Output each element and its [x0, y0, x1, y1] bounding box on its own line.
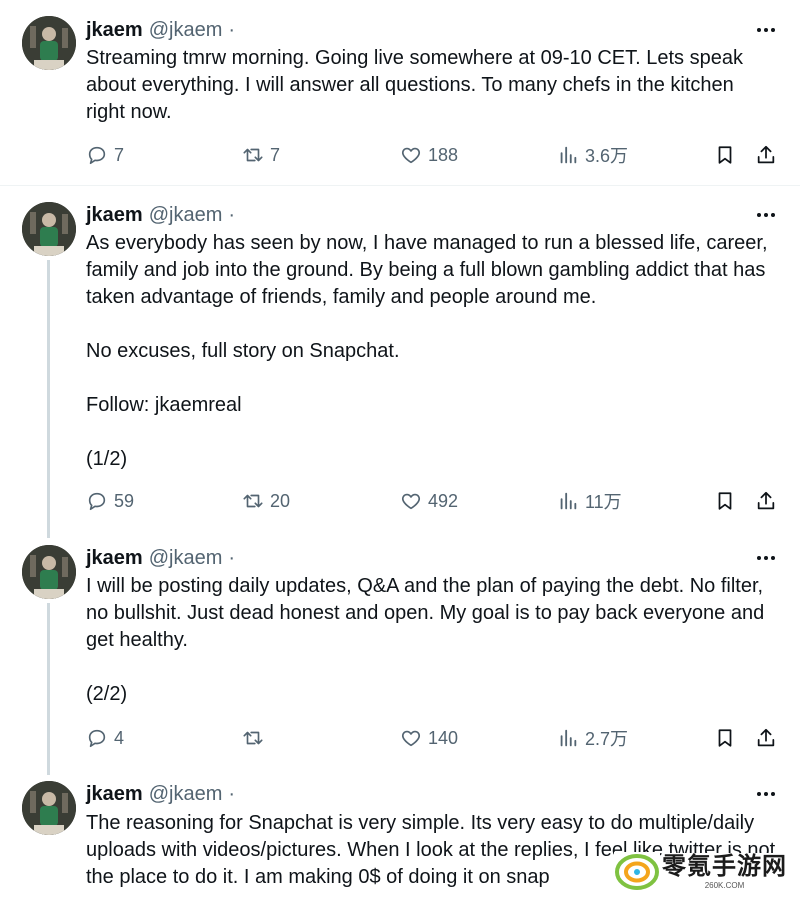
retweet-count: 7: [270, 144, 281, 165]
author-handle[interactable]: @jkaem: [149, 19, 223, 42]
views-icon: [560, 729, 577, 747]
views-button[interactable]: 3.6万: [557, 142, 628, 168]
author-handle[interactable]: @jkaem: [149, 783, 223, 806]
tweet-actions: 59 20 492 11万: [86, 488, 776, 514]
views-count: 3.6万: [585, 146, 629, 166]
more-icon[interactable]: [756, 20, 776, 40]
reply-count: 4: [114, 727, 125, 748]
reply-icon: [88, 146, 106, 165]
bookmark-button[interactable]: [714, 488, 736, 514]
reply-button[interactable]: 4: [86, 725, 124, 751]
views-button[interactable]: 11万: [557, 488, 622, 514]
bookmark-button[interactable]: [714, 142, 736, 168]
more-icon[interactable]: [756, 205, 776, 225]
retweet-count: 20: [270, 490, 291, 511]
more-icon[interactable]: [756, 548, 776, 568]
like-icon: [401, 493, 421, 510]
bookmark-icon: [718, 492, 732, 510]
reply-icon: [88, 492, 106, 511]
tweet[interactable]: jkaem @jkaem · I will be posting daily u…: [0, 530, 800, 770]
views-icon: [560, 492, 577, 510]
share-button[interactable]: [755, 725, 777, 751]
watermark-subtitle: 260K.COM: [704, 881, 745, 890]
views-button[interactable]: 2.7万: [557, 725, 628, 751]
author-name[interactable]: jkaem: [86, 19, 143, 42]
reply-count: 59: [114, 490, 135, 511]
retweet-icon: [243, 731, 263, 745]
like-count: 492: [428, 490, 459, 511]
share-icon: [757, 145, 775, 164]
tweet[interactable]: jkaem @jkaem · As everybody has seen by …: [0, 186, 800, 530]
reply-button[interactable]: 7: [86, 142, 124, 168]
like-button[interactable]: 492: [400, 488, 458, 514]
reply-icon: [88, 729, 106, 748]
retweet-button[interactable]: 20: [242, 488, 290, 514]
tweet-text: As everybody has seen by now, I have man…: [86, 232, 768, 470]
retweet-icon: [243, 494, 263, 508]
reply-button[interactable]: 59: [86, 488, 134, 514]
author-handle[interactable]: @jkaem: [149, 547, 223, 570]
separator-dot: ·: [228, 18, 236, 41]
like-button[interactable]: 188: [400, 142, 458, 168]
tweet-text: Streaming tmrw morning. Going live somew…: [86, 47, 749, 123]
like-count: 188: [428, 144, 459, 165]
like-count: 140: [428, 727, 459, 748]
tweet[interactable]: jkaem @jkaem · Streaming tmrw morning. G…: [0, 0, 800, 184]
tweet-actions: 7 7 188 3.6万: [86, 142, 776, 168]
views-icon: [560, 146, 577, 164]
views-count: 2.7万: [585, 729, 629, 749]
like-icon: [401, 730, 421, 747]
share-button[interactable]: [755, 488, 777, 514]
author-name[interactable]: jkaem: [86, 547, 143, 570]
share-button[interactable]: [755, 142, 777, 168]
separator-dot: ·: [228, 782, 236, 805]
site-watermark: 零氪手游网 260K.COM: [614, 850, 800, 894]
retweet-button[interactable]: 7: [242, 142, 280, 168]
reply-count: 7: [114, 144, 125, 165]
author-name[interactable]: jkaem: [86, 204, 143, 227]
bookmark-icon: [718, 729, 732, 747]
separator-dot: ·: [228, 546, 236, 569]
views-count: 11万: [585, 492, 622, 512]
watermark-title: 零氪手游网: [662, 853, 787, 880]
author-handle[interactable]: @jkaem: [149, 204, 223, 227]
like-button[interactable]: 140: [400, 725, 458, 751]
separator-dot: ·: [228, 203, 236, 226]
avatar[interactable]: [22, 781, 76, 835]
watermark-logo-icon: [614, 852, 660, 892]
author-name[interactable]: jkaem: [86, 783, 143, 806]
tweet-text: I will be posting daily updates, Q&A and…: [86, 575, 765, 705]
share-icon: [757, 491, 775, 510]
tweet-actions: 4 140 2.7万: [86, 725, 776, 751]
avatar[interactable]: [22, 202, 76, 256]
bookmark-button[interactable]: [714, 725, 736, 751]
retweet-button[interactable]: [242, 725, 270, 751]
avatar[interactable]: [22, 16, 76, 70]
avatar[interactable]: [22, 545, 76, 599]
retweet-icon: [243, 148, 263, 162]
more-icon[interactable]: [756, 784, 776, 804]
share-icon: [757, 728, 775, 747]
bookmark-icon: [718, 146, 732, 164]
like-icon: [401, 147, 421, 164]
